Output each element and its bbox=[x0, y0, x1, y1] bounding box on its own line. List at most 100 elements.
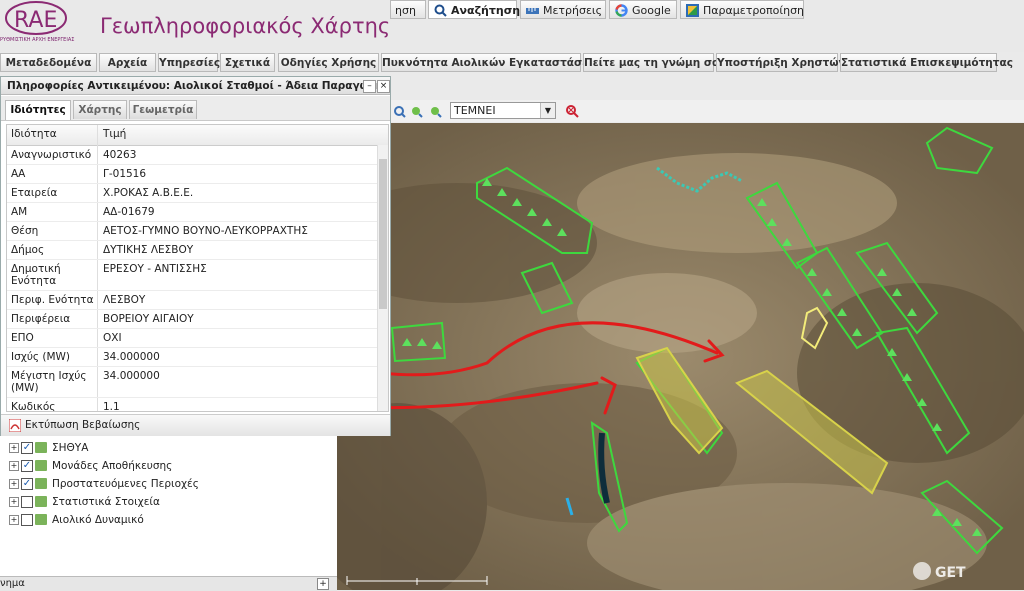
settings-icon bbox=[686, 4, 699, 17]
tool-tab-parameters[interactable]: Παραμετροποίηση bbox=[680, 0, 804, 19]
row-value: Γ-01516 bbox=[103, 168, 147, 180]
table-row[interactable]: Αναγνωριστικό 40263 bbox=[7, 146, 379, 165]
zoom-out-icon[interactable] bbox=[431, 107, 442, 118]
zoom-green-icon[interactable] bbox=[412, 107, 423, 118]
google-icon bbox=[615, 4, 628, 17]
layer-label: Αιολικό Δυναμικό bbox=[52, 514, 144, 526]
panel-tab-geometry[interactable]: Γεωμετρία bbox=[129, 100, 197, 119]
table-row[interactable]: Κωδικός 1.1 bbox=[7, 398, 379, 412]
tab-files[interactable]: Αρχεία bbox=[99, 53, 156, 72]
tab-about[interactable]: Σχετικά bbox=[220, 53, 275, 72]
tab-wind-density[interactable]: Πυκνότητα Αιολικών Εγκαταστάσεων bbox=[381, 53, 604, 72]
row-value: 34.000000 bbox=[103, 351, 160, 363]
folder-icon bbox=[35, 442, 47, 453]
close-icon[interactable]: × bbox=[377, 80, 390, 93]
row-key: Δημοτική Ενότητα bbox=[11, 263, 61, 287]
row-key: Θέση bbox=[11, 225, 39, 237]
tab-feedback[interactable]: Πείτε μας τη γνώμη σας bbox=[583, 53, 725, 72]
params-tab-label: Παραμετροποίηση bbox=[703, 4, 805, 17]
row-value: 34.000000 bbox=[103, 370, 160, 382]
table-row[interactable]: Περιφέρεια ΒΟΡΕΙΟΥ ΑΙΓΑΙΟΥ bbox=[7, 310, 379, 329]
logo-subtitle: ΡΥΘΜΙΣΤΙΚΗ ΑΡΧΗ ΕΝΕΡΓΕΙΑΣ bbox=[0, 37, 75, 43]
row-value: 1.1 bbox=[103, 401, 120, 412]
tool-tab-measurements[interactable]: Μετρήσεις bbox=[520, 0, 606, 19]
layer-checkbox[interactable] bbox=[21, 496, 33, 508]
row-key: ΕΠΟ bbox=[11, 332, 34, 344]
row-key: Ισχύς (MW) bbox=[11, 351, 71, 363]
minimize-icon[interactable]: – bbox=[363, 80, 376, 93]
tool-tab-search[interactable]: Αναζήτηση bbox=[428, 0, 521, 19]
panel-tab-map[interactable]: Χάρτης bbox=[73, 100, 127, 119]
table-row[interactable]: ΑΜ ΑΔ-01679 bbox=[7, 203, 379, 222]
search-tab-label: Αναζήτηση bbox=[451, 4, 521, 17]
expand-icon[interactable]: + bbox=[9, 497, 19, 507]
row-key: Εταιρεία bbox=[11, 187, 58, 199]
tool-tab-partial[interactable]: ηση bbox=[390, 0, 426, 19]
table-row[interactable]: Δήμος ΔΥΤΙΚΗΣ ΛΕΣΒΟΥ bbox=[7, 241, 379, 260]
table-row[interactable]: Δημοτική Ενότητα ΕΡΕΣΟΥ - ΑΝΤΙΣΣΗΣ bbox=[7, 260, 379, 291]
row-key: Περιφ. Ενότητα bbox=[11, 294, 94, 306]
clear-search-icon[interactable] bbox=[565, 104, 579, 118]
col-header-property[interactable]: Ιδιότητα bbox=[11, 128, 57, 140]
properties-grid: Ιδιότητα Τιμή Αναγνωριστικό 40263 ΑΑ Γ-015… bbox=[6, 124, 389, 412]
expand-plus-icon[interactable]: + bbox=[317, 578, 329, 590]
table-row[interactable]: Εταιρεία Χ.ΡΟΚΑΣ Α.Β.Ε.Ε. bbox=[7, 184, 379, 203]
zoom-tools bbox=[394, 106, 442, 118]
panel-title: Πληροφορίες Αντικειμένου: Αιολικοί Σταθμ… bbox=[1, 77, 390, 95]
bottom-bar-label: νημα bbox=[0, 578, 25, 589]
pdf-icon bbox=[9, 419, 21, 432]
expand-icon[interactable]: + bbox=[9, 461, 19, 471]
search-icon bbox=[434, 4, 447, 17]
ruler-icon bbox=[526, 4, 539, 17]
row-value: ΒΟΡΕΙΟΥ ΑΙΓΑΙΟΥ bbox=[103, 313, 194, 325]
table-row[interactable]: ΕΠΟ ΟΧΙ bbox=[7, 329, 379, 348]
panel-tabs: Ιδιότητες Χάρτης Γεωμετρία bbox=[1, 96, 390, 121]
tool-tab-google[interactable]: Google bbox=[609, 0, 677, 19]
bottom-bar: νημα + bbox=[0, 576, 337, 591]
row-value: ΑΕΤΟΣ-ΓΥΜΝΟ ΒΟΥΝΟ-ΛΕΥΚΟΡΡΑΧΤΗΣ bbox=[103, 225, 308, 237]
print-certificate-button[interactable]: Εκτύπωση Βεβαίωσης bbox=[1, 414, 390, 436]
row-value: 40263 bbox=[103, 149, 137, 161]
zoom-in-icon[interactable] bbox=[394, 106, 406, 118]
tab-user-guide[interactable]: Οδηγίες Χρήσης bbox=[278, 53, 379, 72]
map-view[interactable]: GET bbox=[337, 123, 1024, 590]
layer-checkbox[interactable]: ✓ bbox=[21, 442, 33, 454]
feature-info-panel: Πληροφορίες Αντικειμένου: Αιολικοί Σταθμ… bbox=[0, 76, 391, 436]
col-header-value[interactable]: Τιμή bbox=[103, 128, 126, 140]
expand-icon[interactable]: + bbox=[9, 479, 19, 489]
expand-icon[interactable]: + bbox=[9, 443, 19, 453]
folder-icon bbox=[35, 496, 47, 507]
table-row[interactable]: Μέγιστη Ισχύς (MW) 34.000000 bbox=[7, 367, 379, 398]
row-value: ΑΔ-01679 bbox=[103, 206, 155, 218]
table-row[interactable]: Περιφ. Ενότητα ΛΕΣΒΟΥ bbox=[7, 291, 379, 310]
layer-checkbox[interactable]: ✓ bbox=[21, 460, 33, 472]
folder-icon bbox=[35, 478, 47, 489]
table-row[interactable]: ΑΑ Γ-01516 bbox=[7, 165, 379, 184]
folder-icon bbox=[35, 460, 47, 471]
region-select-value: ΤΕΜΝΕΙ bbox=[454, 104, 496, 117]
table-row[interactable]: Θέση ΑΕΤΟΣ-ΓΥΜΝΟ ΒΟΥΝΟ-ΛΕΥΚΟΡΡΑΧΤΗΣ bbox=[7, 222, 379, 241]
grid-scrollbar[interactable] bbox=[377, 145, 388, 411]
table-row[interactable]: Ισχύς (MW) 34.000000 bbox=[7, 348, 379, 367]
region-select[interactable]: ΤΕΜΝΕΙ ▼ bbox=[450, 102, 556, 119]
tab-metadata[interactable]: Μεταδεδομένα bbox=[0, 53, 97, 72]
tab-visit-statistics[interactable]: Στατιστικά Επισκεψιμότητας bbox=[840, 53, 1013, 72]
layer-checkbox[interactable] bbox=[21, 514, 33, 526]
layer-label: Μονάδες Αποθήκευσης bbox=[52, 460, 173, 472]
panel-tab-properties[interactable]: Ιδιότητες bbox=[5, 100, 71, 120]
row-value: ΕΡΕΣΟΥ - ΑΝΤΙΣΣΗΣ bbox=[103, 263, 207, 275]
row-key: Κωδικός bbox=[11, 401, 56, 412]
row-value: ΛΕΣΒΟΥ bbox=[103, 294, 146, 306]
row-key: Αναγνωριστικό bbox=[11, 149, 92, 161]
row-value: ΟΧΙ bbox=[103, 332, 122, 344]
grid-header: Ιδιότητα Τιμή bbox=[7, 125, 388, 146]
chevron-down-icon[interactable]: ▼ bbox=[540, 103, 555, 118]
scrollbar-thumb[interactable] bbox=[379, 159, 387, 309]
layer-label: ΣΗΘΥΑ bbox=[52, 442, 89, 454]
expand-icon[interactable]: + bbox=[9, 515, 19, 525]
rae-logo[interactable]: RAE ΡΥΘΜΙΣΤΙΚΗ ΑΡΧΗ ΕΝΕΡΓΕΙΑΣ bbox=[0, 0, 75, 48]
tab-services[interactable]: Υπηρεσίες bbox=[158, 53, 220, 72]
tab-user-support[interactable]: Υποστήριξη Χρηστών bbox=[716, 53, 846, 72]
layer-checkbox[interactable]: ✓ bbox=[21, 478, 33, 490]
measure-tab-label: Μετρήσεις bbox=[543, 4, 603, 17]
